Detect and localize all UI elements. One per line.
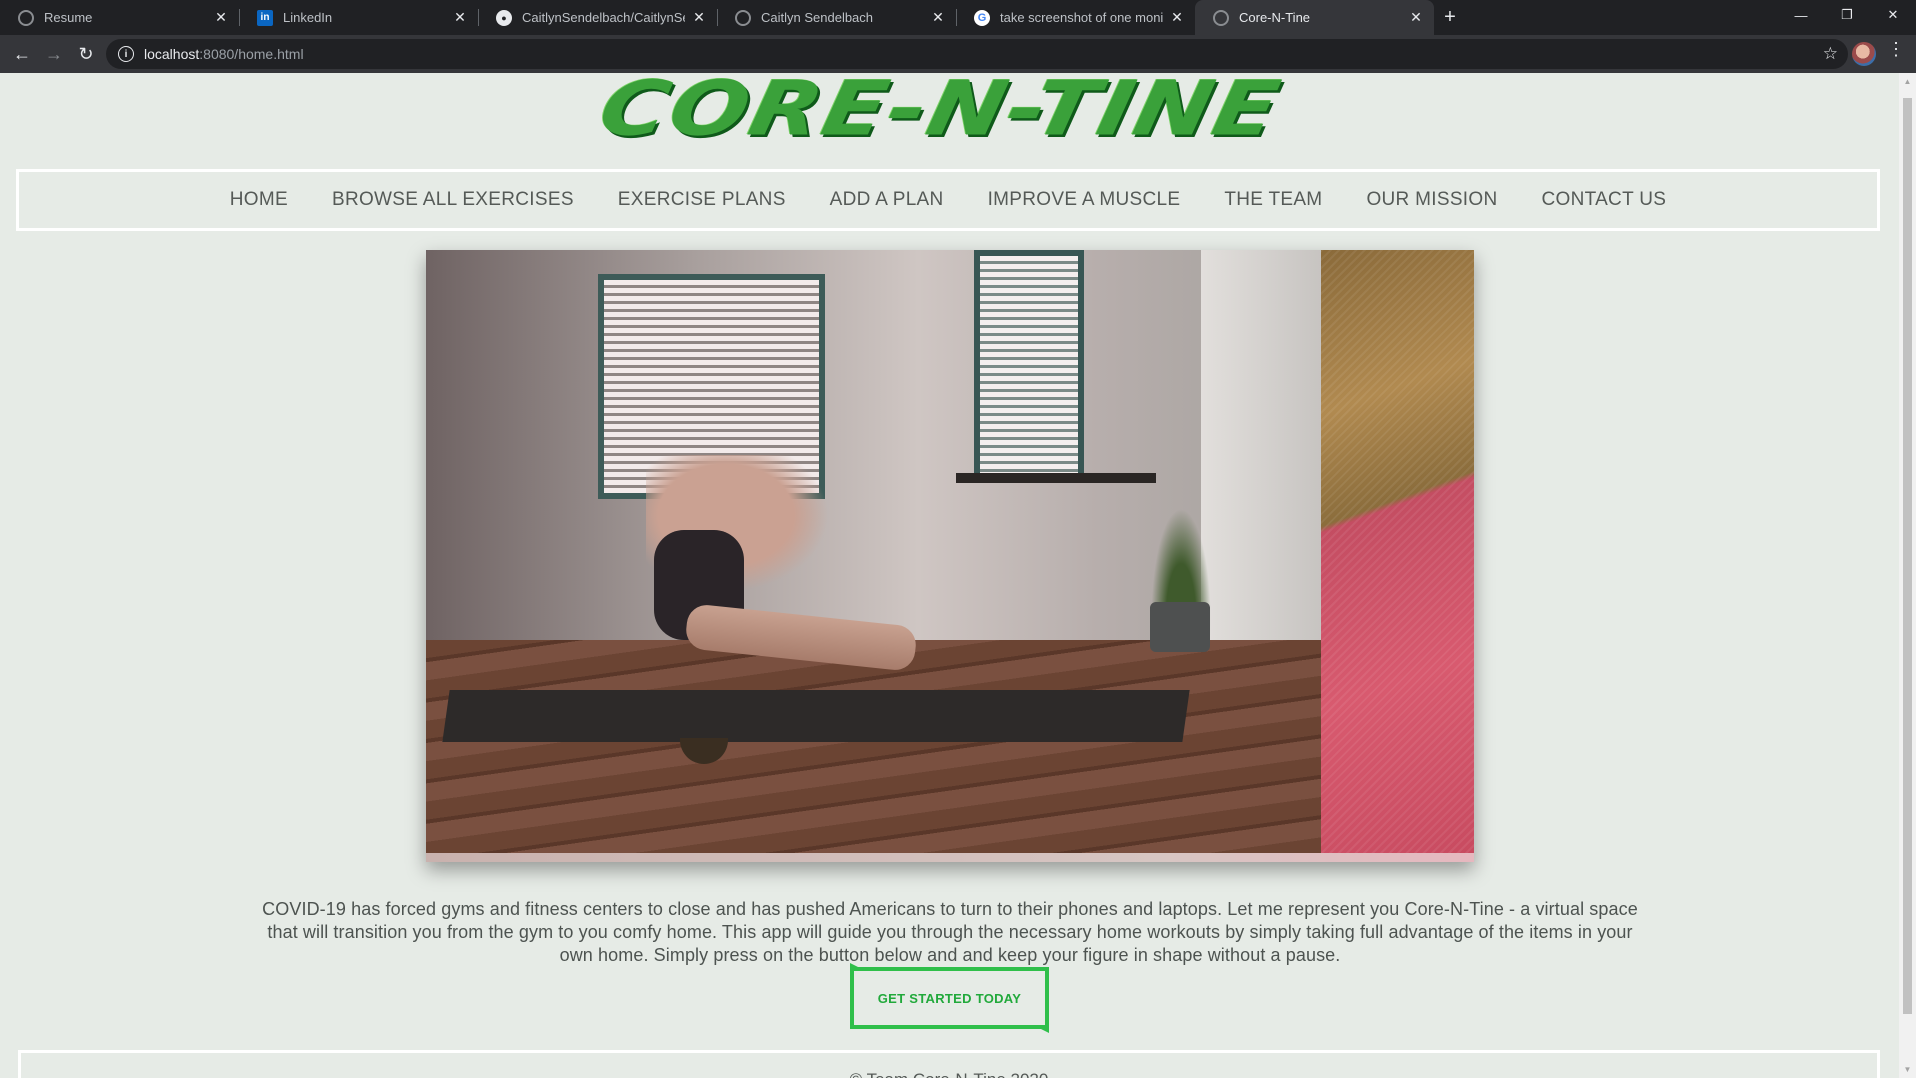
hero-image xyxy=(426,250,1474,862)
tab-core-n-tine[interactable]: Core-N-Tine ✕ xyxy=(1195,0,1434,35)
info-icon[interactable]: i xyxy=(118,46,134,62)
globe-icon xyxy=(735,9,751,26)
nav-add-a-plan[interactable]: ADD A PLAN xyxy=(830,189,944,211)
google-icon: G xyxy=(974,9,990,26)
nav-improve-a-muscle[interactable]: IMPROVE A MUSCLE xyxy=(988,189,1181,211)
tab-strip: Resume ✕ in LinkedIn ✕ ● CaitlynSendelba… xyxy=(0,0,1916,35)
close-window-icon[interactable]: ✕ xyxy=(1870,0,1916,30)
tab-linkedin[interactable]: in LinkedIn ✕ xyxy=(239,0,478,35)
linkedin-icon: in xyxy=(257,9,273,26)
url-path: :8080/home.html xyxy=(199,46,304,62)
page-viewport: CORE-N-TINE HOME BROWSE ALL EXERCISES EX… xyxy=(0,73,1899,1078)
restore-icon[interactable]: ❐ xyxy=(1824,0,1870,30)
close-icon[interactable]: ✕ xyxy=(1169,9,1185,26)
get-started-button[interactable]: GET STARTED TODAY xyxy=(850,967,1049,1029)
reload-icon[interactable]: ↻ xyxy=(70,38,102,70)
nav-our-mission[interactable]: OUR MISSION xyxy=(1366,189,1497,211)
close-icon[interactable]: ✕ xyxy=(452,9,468,26)
window-controls: — ❐ ✕ xyxy=(1778,0,1916,30)
new-tab-button[interactable]: + xyxy=(1434,0,1466,35)
menu-icon[interactable]: ⋮ xyxy=(1884,39,1908,60)
tab-google-search[interactable]: G take screenshot of one monitor - ✕ xyxy=(956,0,1195,35)
tab-title: Resume xyxy=(44,10,93,25)
main-nav: HOME BROWSE ALL EXERCISES EXERCISE PLANS… xyxy=(16,169,1880,231)
close-icon[interactable]: ✕ xyxy=(691,9,707,26)
copyright-text: © Team Core-N-Tine 2020 xyxy=(850,1070,1049,1078)
tab-caitlyn[interactable]: Caitlyn Sendelbach ✕ xyxy=(717,0,956,35)
bookmark-star-icon[interactable]: ☆ xyxy=(1823,44,1838,64)
tab-title: LinkedIn xyxy=(283,10,333,25)
globe-icon xyxy=(1213,9,1229,26)
tab-title: Caitlyn Sendelbach xyxy=(761,10,874,25)
nav-the-team[interactable]: THE TEAM xyxy=(1224,189,1322,211)
scrollbar[interactable]: ▲ ▼ xyxy=(1899,73,1916,1078)
address-bar[interactable]: i localhost:8080/home.html ☆ xyxy=(106,39,1848,69)
yoga-photo xyxy=(426,250,1321,853)
scroll-up-icon[interactable]: ▲ xyxy=(1899,73,1916,90)
close-icon[interactable]: ✕ xyxy=(1408,9,1424,26)
close-icon[interactable]: ✕ xyxy=(930,9,946,26)
tab-title: Core-N-Tine xyxy=(1239,10,1311,25)
mat-texture-photo xyxy=(1321,250,1474,853)
tab-title: take screenshot of one monitor - xyxy=(1000,10,1163,25)
scrollbar-thumb[interactable] xyxy=(1903,98,1912,1014)
nav-browse-all-exercises[interactable]: BROWSE ALL EXERCISES xyxy=(332,189,574,211)
nav-exercise-plans[interactable]: EXERCISE PLANS xyxy=(618,189,786,211)
browser-toolbar: ← → ↻ i localhost:8080/home.html ☆ ⋮ xyxy=(0,35,1916,73)
footer: © Team Core-N-Tine 2020 xyxy=(18,1050,1880,1078)
tab-resume[interactable]: Resume ✕ xyxy=(0,0,239,35)
profile-avatar[interactable] xyxy=(1852,42,1876,66)
url-host: localhost xyxy=(144,46,200,62)
github-icon: ● xyxy=(496,9,512,26)
intro-text: COVID-19 has forced gyms and fitness cen… xyxy=(262,899,1638,965)
forward-icon[interactable]: → xyxy=(38,38,70,70)
scroll-down-icon[interactable]: ▼ xyxy=(1899,1061,1916,1078)
back-icon[interactable]: ← xyxy=(6,38,38,70)
minimize-icon[interactable]: — xyxy=(1778,0,1824,30)
globe-icon xyxy=(18,9,34,26)
tab-title: CaitlynSendelbach/CaitlynSendel xyxy=(522,10,685,25)
site-logo[interactable]: CORE-N-TINE xyxy=(0,73,1899,153)
nav-contact-us[interactable]: CONTACT US xyxy=(1541,189,1666,211)
close-icon[interactable]: ✕ xyxy=(213,9,229,26)
tab-github[interactable]: ● CaitlynSendelbach/CaitlynSendel ✕ xyxy=(478,0,717,35)
nav-home[interactable]: HOME xyxy=(230,189,288,211)
